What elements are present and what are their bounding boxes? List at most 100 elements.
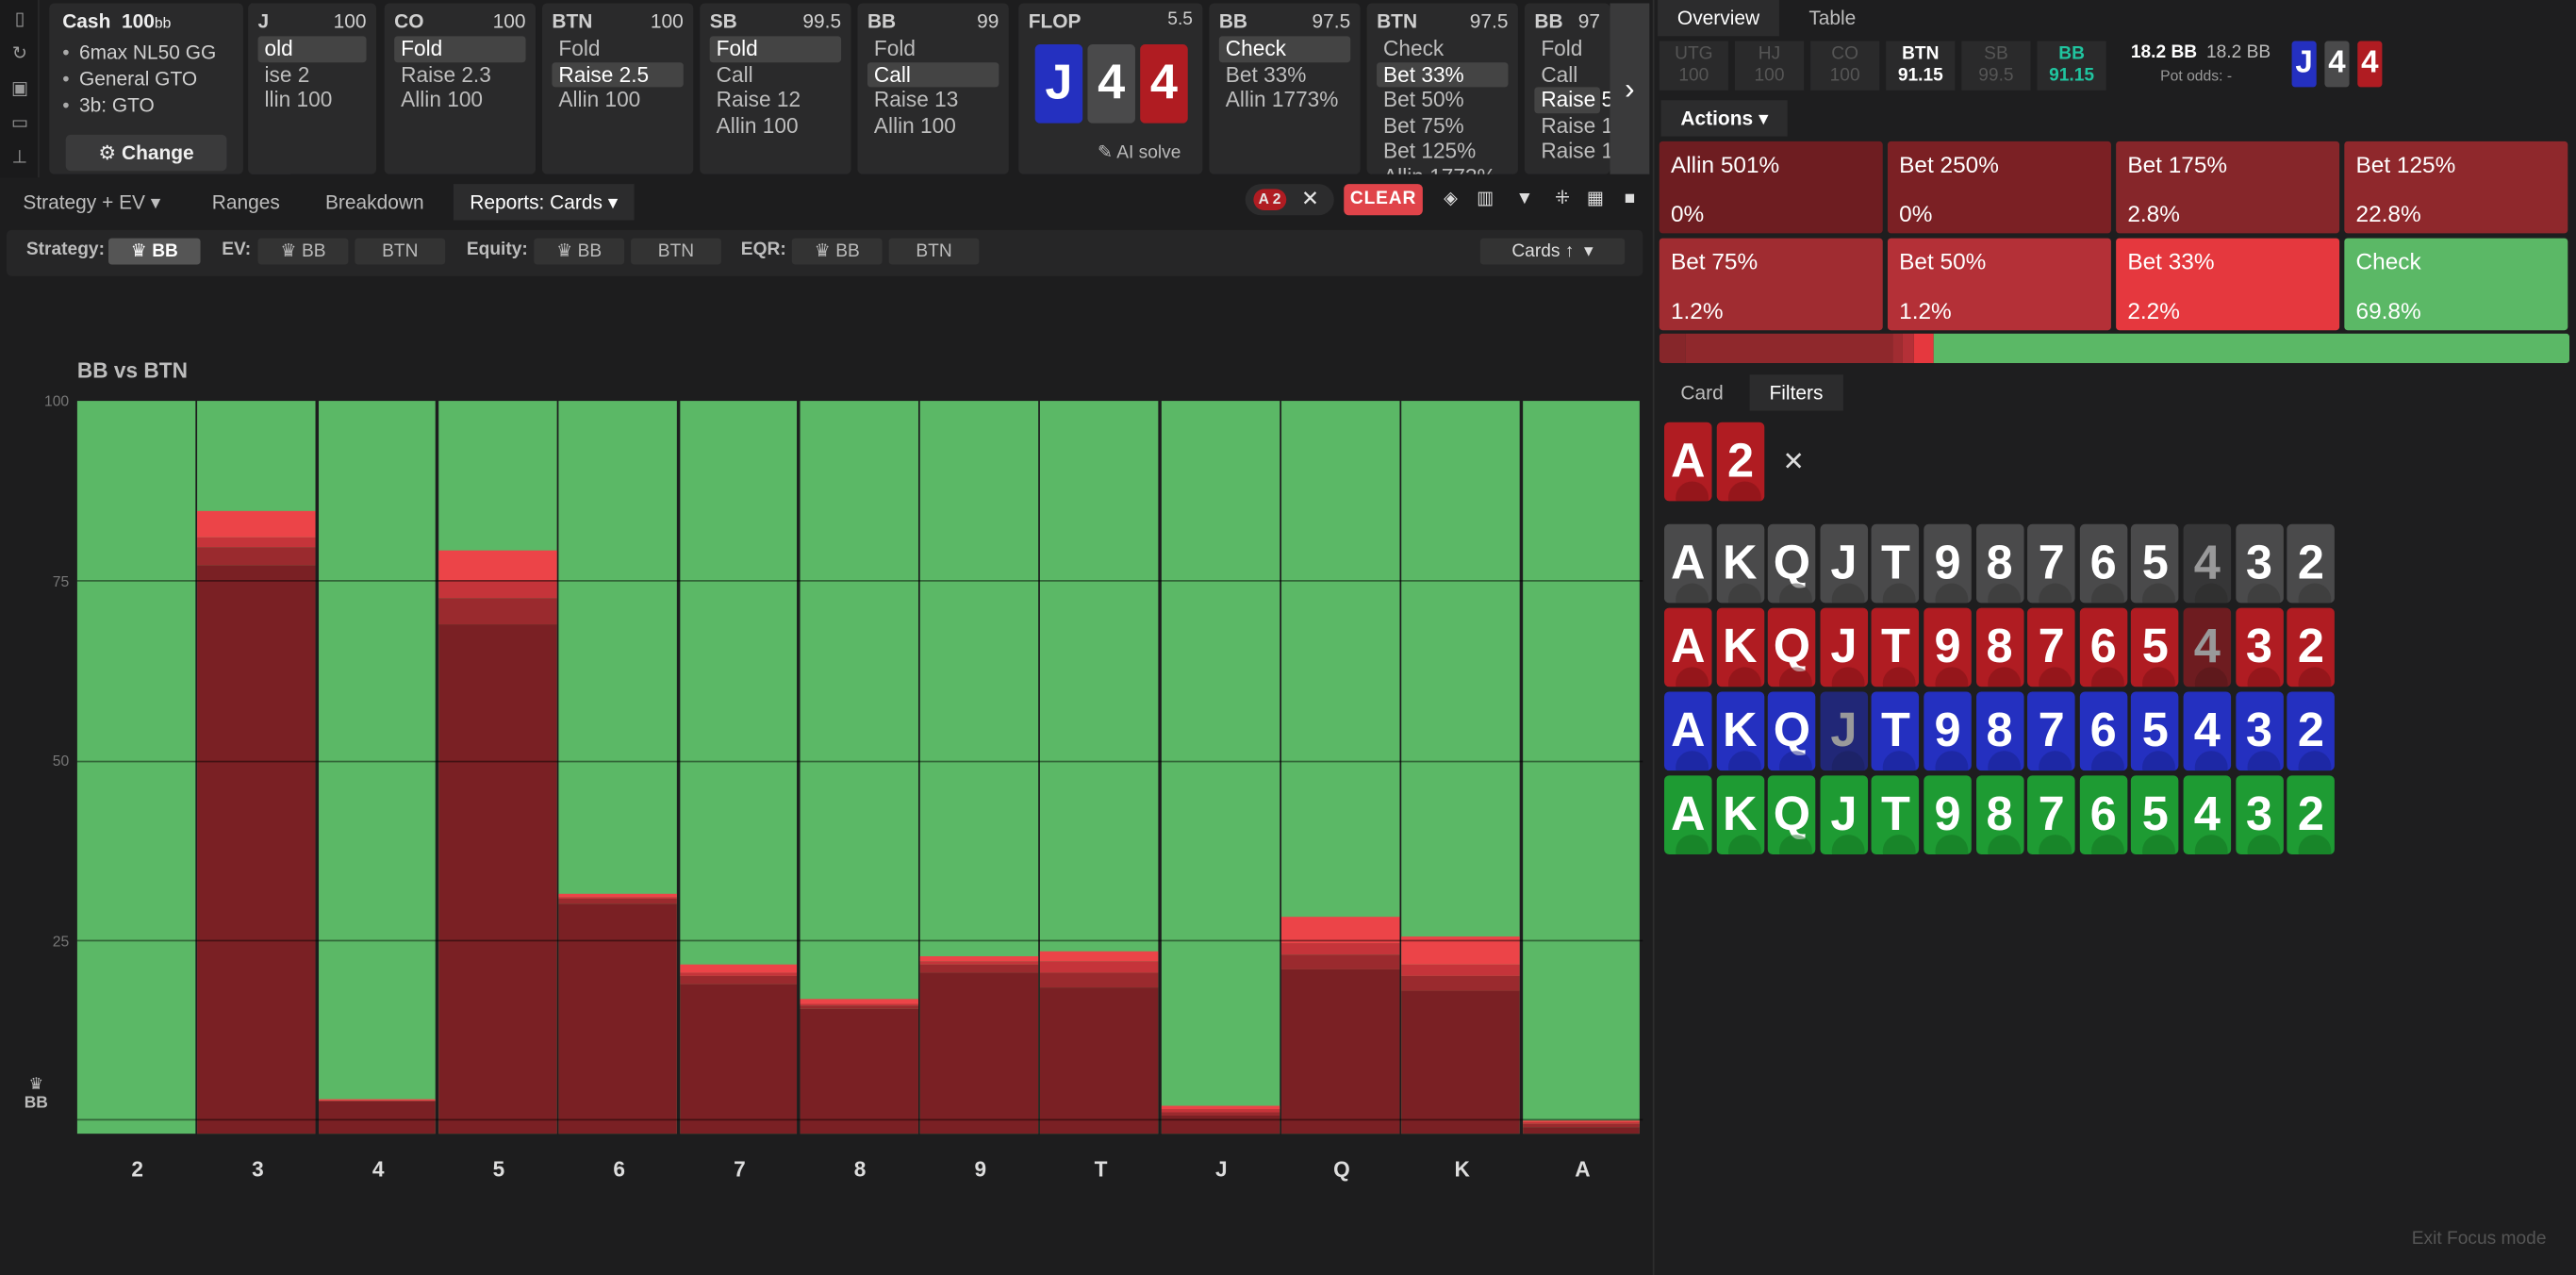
- filter-card[interactable]: T: [1872, 607, 1920, 687]
- action-button[interactable]: Bet 33% 2.2%: [2116, 238, 2340, 331]
- tree-option[interactable]: Fold: [709, 36, 842, 62]
- history-icon[interactable]: ↻: [9, 44, 29, 64]
- filter-card[interactable]: 9: [1924, 691, 1972, 771]
- action-button[interactable]: Allin 501% 0%: [1659, 141, 1883, 234]
- action-button[interactable]: Bet 125% 22.8%: [2344, 141, 2568, 234]
- filter-card[interactable]: 9: [1924, 775, 1972, 854]
- close-icon[interactable]: ✕: [1782, 445, 1804, 478]
- tree-option[interactable]: Check: [1218, 36, 1351, 62]
- filter-card[interactable]: K: [1716, 523, 1764, 604]
- filter-card[interactable]: 3: [2235, 775, 2284, 854]
- strategy-bb-button[interactable]: ♛ BB: [107, 238, 201, 265]
- filter-card[interactable]: Q: [1768, 607, 1816, 687]
- focus-icon[interactable]: ⊥: [9, 148, 29, 168]
- tree-node[interactable]: BTN 100 Fold Raise 2.5 Allin 100: [541, 3, 694, 174]
- gamepad-icon[interactable]: ▭: [9, 113, 29, 133]
- tree-option[interactable]: Fold: [552, 36, 683, 61]
- tree-option[interactable]: Fold: [867, 36, 999, 61]
- filter-card[interactable]: Q: [1768, 691, 1816, 771]
- exit-focus-mode[interactable]: Exit Focus mode: [2412, 1229, 2547, 1249]
- action-button[interactable]: Check 69.8%: [2344, 238, 2568, 331]
- actions-dropdown[interactable]: Actions ▾: [1660, 100, 1789, 137]
- filter-card[interactable]: 2: [2287, 775, 2336, 854]
- ai-solve-button[interactable]: ✎ AI solve: [1098, 141, 1181, 163]
- filter-card[interactable]: J: [1820, 607, 1868, 687]
- filter-card[interactable]: 2: [2287, 523, 2336, 604]
- tree-option[interactable]: Fold: [1534, 36, 1600, 61]
- tree-option[interactable]: Raise 100%: [1534, 112, 1610, 138]
- filter-card[interactable]: 4: [2183, 523, 2232, 604]
- action-button[interactable]: Bet 50% 1.2%: [1887, 238, 2111, 331]
- position-seat[interactable]: SB 99.5: [1961, 41, 2031, 91]
- tree-option[interactable]: Bet 33%: [1219, 61, 1350, 87]
- filter-card[interactable]: T: [1872, 775, 1920, 854]
- tree-option[interactable]: Allin 100: [552, 87, 683, 112]
- tree-node[interactable]: J 100 old ise 2 llin 100: [248, 3, 376, 174]
- filter-card[interactable]: K: [1716, 607, 1764, 687]
- filter-card[interactable]: 4: [2183, 691, 2232, 771]
- clear-button[interactable]: CLEAR: [1344, 184, 1423, 216]
- tree-node[interactable]: BB 99 Fold Call Raise 13 Allin 100: [857, 3, 1009, 174]
- filter-card[interactable]: 8: [1975, 691, 2023, 771]
- filter-card[interactable]: A: [1663, 691, 1712, 771]
- filter-card[interactable]: T: [1872, 523, 1920, 604]
- save-icon[interactable]: ▣: [9, 79, 29, 99]
- filter-card[interactable]: 6: [2079, 775, 2127, 854]
- filter-card[interactable]: 4: [2183, 607, 2232, 687]
- tree-option[interactable]: Raise 2.5: [552, 61, 684, 88]
- filter-card[interactable]: 5: [2131, 775, 2180, 854]
- filter-card[interactable]: 3: [2235, 523, 2284, 604]
- sort-select[interactable]: Cards ↑ ▾: [1479, 238, 1626, 265]
- tree-node[interactable]: BTN 97.5 Check Bet 33% Bet 50% Bet 75% Bet 125…: [1366, 3, 1518, 174]
- cube-icon[interactable]: ◈: [1436, 184, 1465, 215]
- change-button[interactable]: ⚙ Change: [65, 134, 227, 172]
- filter-card[interactable]: 6: [2079, 691, 2127, 771]
- filter-card[interactable]: 3: [2235, 691, 2284, 771]
- tree-option[interactable]: Allin 100: [867, 112, 999, 138]
- ev-bb-button[interactable]: ♛ BB: [257, 238, 349, 265]
- square-icon[interactable]: ■: [1615, 184, 1644, 215]
- tab-strategy-ev[interactable]: Strategy + EV ▾: [23, 184, 160, 220]
- tree-node[interactable]: CO 100 Fold Raise 2.3 Allin 100: [384, 3, 537, 174]
- filter-card[interactable]: J: [1820, 691, 1868, 771]
- action-button[interactable]: Bet 250% 0%: [1887, 141, 2111, 234]
- position-seat[interactable]: BB 91.15: [2037, 41, 2106, 91]
- compact-icon[interactable]: ⁜: [1547, 184, 1577, 215]
- filter-card[interactable]: 7: [2027, 523, 2075, 604]
- tree-option[interactable]: Bet 75%: [1377, 112, 1508, 138]
- tree-option[interactable]: Call: [1534, 61, 1600, 87]
- tree-option[interactable]: Raise 13: [867, 87, 999, 112]
- filter-card[interactable]: 5: [2131, 691, 2180, 771]
- filter-card[interactable]: K: [1716, 691, 1764, 771]
- filter-card[interactable]: 9: [1924, 523, 1972, 604]
- tree-option[interactable]: Fold: [394, 36, 526, 62]
- filter-card[interactable]: A: [1663, 607, 1712, 687]
- tab-ranges[interactable]: Ranges: [212, 184, 280, 220]
- tree-option[interactable]: Check: [1377, 36, 1508, 61]
- tab-overview[interactable]: Overview: [1658, 0, 1779, 37]
- grid-icon[interactable]: ▦: [1580, 184, 1610, 215]
- action-button[interactable]: Bet 175% 2.8%: [2116, 141, 2340, 234]
- tree-option[interactable]: Raise 150%: [1534, 138, 1610, 163]
- tree-option[interactable]: Allin 100: [710, 112, 841, 138]
- tree-option[interactable]: Bet 33%: [1377, 61, 1509, 88]
- action-button[interactable]: Bet 75% 1.2%: [1659, 238, 1883, 331]
- filter-card[interactable]: A: [1663, 523, 1712, 604]
- eqr-btn-button[interactable]: BTN: [888, 238, 980, 265]
- filter-card[interactable]: 5: [2131, 607, 2180, 687]
- tab-table[interactable]: Table: [1789, 0, 1875, 36]
- position-seat[interactable]: CO 100: [1810, 41, 1880, 91]
- bar-chart-icon[interactable]: ▥: [1470, 184, 1499, 215]
- tree-option[interactable]: Allin 1773%: [1219, 87, 1350, 112]
- ev-btn-button[interactable]: BTN: [355, 238, 446, 265]
- tab-card[interactable]: Card: [1661, 374, 1743, 410]
- filter-card[interactable]: 7: [2027, 607, 2075, 687]
- filter-card[interactable]: 4: [2183, 775, 2232, 854]
- tree-option[interactable]: old: [257, 36, 367, 62]
- flop-node[interactable]: FLOP 5.5 J 4 4 ✎ AI solve: [1018, 3, 1203, 174]
- filter-card[interactable]: Q: [1768, 523, 1816, 604]
- filter-card[interactable]: 7: [2027, 775, 2075, 854]
- tree-node[interactable]: SB 99.5 Fold Call Raise 12 Allin 100: [700, 3, 851, 174]
- tab-reports-cards[interactable]: Reports: Cards ▾: [453, 184, 635, 221]
- filter-card[interactable]: Q: [1768, 775, 1816, 854]
